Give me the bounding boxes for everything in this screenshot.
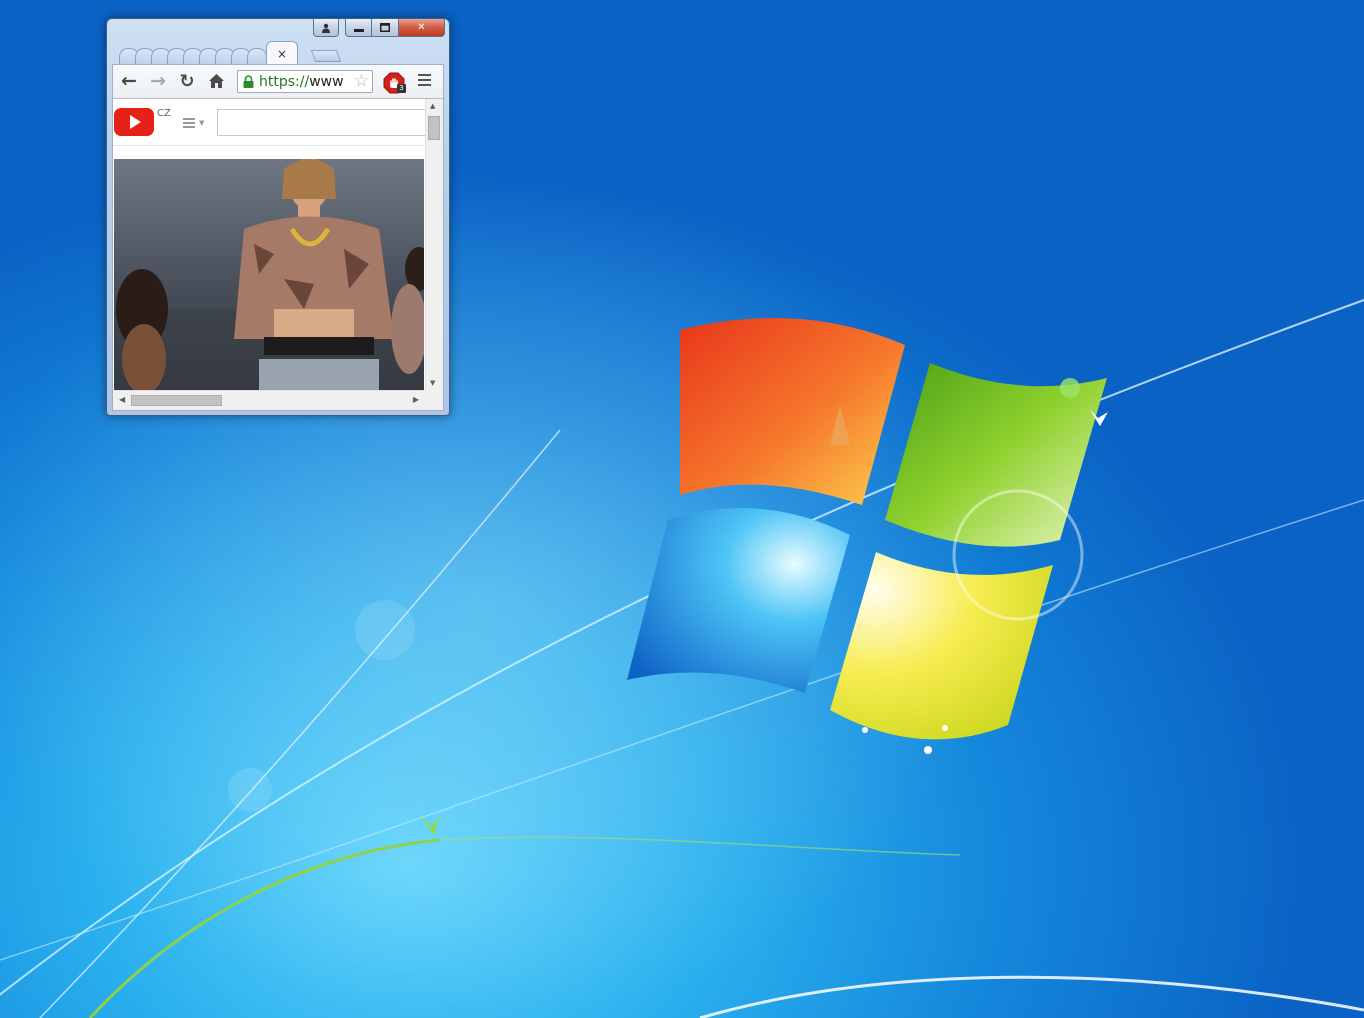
- bookmark-star-icon[interactable]: ☆: [354, 72, 369, 90]
- page-viewport: CZ ▼: [113, 99, 425, 390]
- address-bar[interactable]: https://www ☆: [237, 70, 373, 93]
- hamburger-menu-icon[interactable]: [418, 74, 431, 89]
- profile-button[interactable]: [313, 19, 339, 37]
- vertical-scroll-thumb[interactable]: [428, 116, 440, 140]
- new-tab-button[interactable]: [310, 50, 342, 62]
- country-code: CZ: [157, 108, 171, 119]
- active-tab[interactable]: ×: [266, 41, 298, 65]
- forward-arrow-icon: →: [150, 70, 166, 92]
- lock-icon: [243, 75, 254, 88]
- minimize-button[interactable]: [345, 19, 372, 37]
- scroll-left-icon[interactable]: ◀: [119, 395, 125, 404]
- scroll-up-icon[interactable]: ▲: [430, 102, 435, 110]
- close-button[interactable]: ✕: [399, 19, 445, 37]
- horizontal-scroll-thumb[interactable]: [131, 395, 222, 406]
- chevron-down-icon[interactable]: ▼: [199, 119, 204, 127]
- youtube-logo[interactable]: [114, 108, 154, 136]
- masthead-divider: [113, 145, 425, 146]
- browser-toolbar: ← → ↻ https://www ☆ 3: [113, 65, 443, 99]
- guide-menu-icon[interactable]: [183, 118, 195, 130]
- video-player[interactable]: [114, 159, 424, 390]
- search-input[interactable]: [217, 109, 425, 136]
- browser-client-area: ← → ↻ https://www ☆ 3 CZ ▼ ▲ ▼ ◀ ▶: [112, 64, 444, 411]
- home-icon: [208, 74, 224, 88]
- scroll-right-icon[interactable]: ▶: [413, 395, 419, 404]
- forward-button[interactable]: →: [148, 70, 168, 92]
- home-button[interactable]: [206, 71, 226, 91]
- tab[interactable]: [247, 48, 267, 65]
- back-button[interactable]: ←: [119, 70, 139, 92]
- reload-icon: ↻: [179, 70, 195, 92]
- browser-window: ✕ × ← → ↻ https://www ☆ 3 CZ ▼ ▲ ▼ ◀ ▶: [106, 18, 450, 416]
- vertical-scrollbar[interactable]: ▲ ▼: [425, 99, 443, 390]
- maximize-button[interactable]: [372, 19, 399, 37]
- desktop: ✕ × ← → ↻ https://www ☆ 3 CZ ▼ ▲ ▼ ◀ ▶: [0, 0, 1364, 1018]
- scrollbar-corner: [425, 390, 443, 410]
- minimize-icon: [353, 28, 364, 32]
- play-triangle-icon: [130, 115, 141, 129]
- reload-button[interactable]: ↻: [177, 70, 197, 92]
- close-icon: ✕: [417, 22, 426, 33]
- tab-close-icon[interactable]: ×: [277, 48, 287, 60]
- scroll-down-icon[interactable]: ▼: [430, 379, 435, 387]
- url-text: https://www: [259, 74, 351, 90]
- caption-buttons: ✕: [313, 19, 445, 38]
- restore-icon: [380, 23, 390, 32]
- tab-strip: ×: [115, 39, 445, 65]
- extension-badge: 3: [397, 84, 406, 93]
- url-scheme: https://: [259, 74, 310, 90]
- person-icon: [322, 23, 330, 33]
- horizontal-scrollbar[interactable]: ◀ ▶: [113, 390, 425, 410]
- back-arrow-icon: ←: [121, 70, 137, 92]
- url-host: www: [309, 74, 344, 90]
